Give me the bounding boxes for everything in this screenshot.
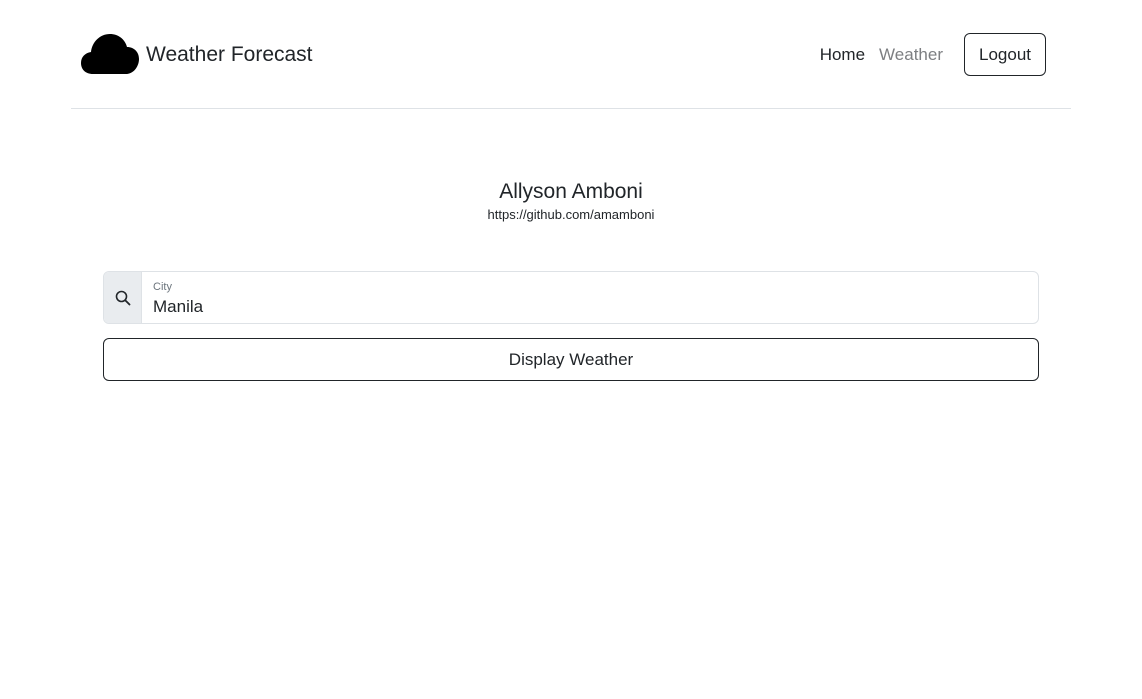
nav-weather-link[interactable]: Weather (879, 45, 943, 65)
page: Weather Forecast Home Weather Logout All… (0, 0, 1142, 699)
profile-name: Allyson Amboni (499, 180, 643, 203)
city-search-group: City (103, 271, 1039, 324)
display-weather-button[interactable]: Display Weather (103, 338, 1039, 381)
cloud-icon (81, 33, 139, 75)
city-field: City (142, 272, 1038, 323)
brand-title: Weather Forecast (146, 42, 313, 66)
nav-links: Home Weather Logout (820, 33, 1046, 76)
top-navbar: Weather Forecast Home Weather Logout (71, 0, 1071, 109)
search-icon (104, 272, 142, 323)
brand-link[interactable]: Weather Forecast (81, 33, 313, 75)
city-input[interactable] (153, 296, 1013, 318)
profile-section: Allyson Amboni https://github.com/amambo… (0, 179, 1142, 224)
profile-github-link: https://github.com/amamboni (487, 207, 655, 222)
logout-button[interactable]: Logout (964, 33, 1046, 76)
city-field-label: City (153, 281, 172, 293)
nav-home-link[interactable]: Home (820, 45, 865, 65)
